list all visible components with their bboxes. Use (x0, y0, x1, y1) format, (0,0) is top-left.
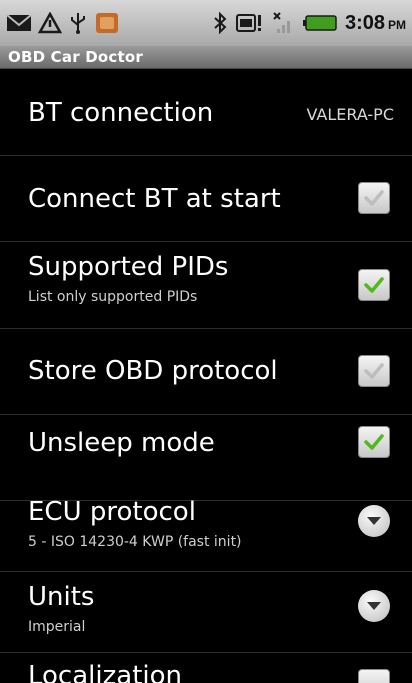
setting-bt-connection[interactable]: BT connection VALERA-PC (0, 69, 412, 156)
setting-title: ECU protocol (28, 497, 196, 527)
setting-title: Localization (28, 661, 182, 683)
units-dropdown-icon[interactable] (358, 590, 390, 622)
setting-title: Connect BT at start (28, 184, 281, 214)
email-icon (6, 14, 32, 31)
setting-title: Supported PIDs (28, 252, 229, 282)
store-obd-protocol-checkbox[interactable] (358, 355, 390, 387)
phone-battery-icon (235, 14, 261, 32)
setting-localization[interactable]: Localization (0, 653, 412, 683)
supported-pids-checkbox[interactable] (358, 269, 390, 301)
connect-bt-checkbox[interactable] (358, 182, 390, 214)
unsleep-mode-checkbox[interactable] (358, 426, 390, 458)
status-bar: 3:08 PM (0, 0, 412, 46)
setting-summary: Imperial (28, 619, 86, 635)
no-signal-icon (273, 12, 290, 33)
setting-title: Unsleep mode (28, 428, 215, 458)
warning-icon (38, 12, 62, 34)
status-icons-left (6, 8, 120, 38)
app-title-bar: OBD Car Doctor (0, 46, 412, 69)
localization-control[interactable] (358, 669, 390, 683)
setting-supported-pids[interactable]: Supported PIDs List only supported PIDs (0, 242, 412, 329)
usb-icon (71, 13, 85, 34)
status-icons-right: 3:08 PM (213, 8, 406, 38)
setting-connect-bt-at-start[interactable]: Connect BT at start (0, 156, 412, 242)
status-time: 3:08 PM (344, 11, 406, 34)
setting-units[interactable]: Units Imperial (0, 572, 412, 653)
app-icon (96, 13, 118, 33)
setting-title: Units (28, 582, 95, 612)
app-title: OBD Car Doctor (8, 48, 143, 66)
bluetooth-icon (214, 11, 227, 35)
settings-list: BT connection VALERA-PC Connect BT at st… (0, 69, 412, 683)
setting-summary: List only supported PIDs (28, 289, 198, 305)
setting-ecu-protocol[interactable]: ECU protocol 5 - ISO 14230-4 KWP (fast i… (0, 485, 412, 572)
setting-store-obd-protocol[interactable]: Store OBD protocol (0, 329, 412, 415)
ecu-protocol-dropdown-icon[interactable] (358, 505, 390, 537)
setting-title: BT connection (28, 98, 214, 128)
battery-icon (302, 15, 337, 31)
setting-summary: 5 - ISO 14230-4 KWP (fast init) (28, 534, 242, 550)
setting-value: VALERA-PC (306, 105, 394, 124)
setting-title: Store OBD protocol (28, 356, 278, 386)
